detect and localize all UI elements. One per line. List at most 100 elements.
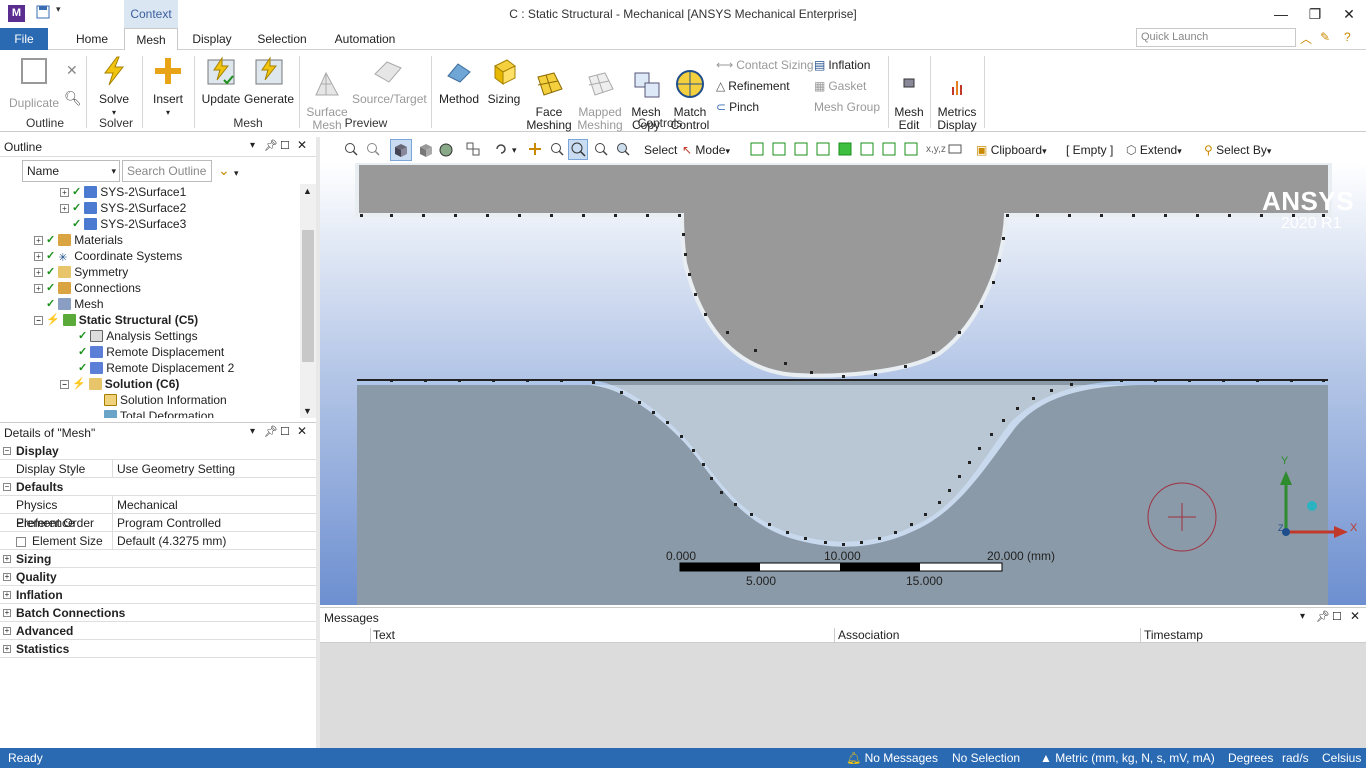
zoom-in-icon[interactable] <box>344 142 358 156</box>
pane-menu-icon[interactable]: ▾ <box>250 140 255 151</box>
column-association[interactable]: Association <box>834 628 1140 642</box>
select-body-icon[interactable] <box>816 142 830 156</box>
pan-icon[interactable] <box>528 142 542 156</box>
minimize-icon[interactable]: — <box>1264 4 1298 24</box>
outline-scrollbar[interactable]: ▲ ▼ <box>300 184 316 418</box>
pane-menu-icon[interactable]: ▾ <box>250 426 255 437</box>
row-value[interactable]: Program Controlled <box>113 514 221 531</box>
expand-icon[interactable]: + <box>60 203 69 213</box>
pin-icon[interactable]: 📌︎ <box>264 425 278 438</box>
find-icon[interactable]: 🔍︎ <box>64 90 82 107</box>
collapse-icon[interactable]: − <box>60 379 69 389</box>
mesh-group-button[interactable]: Mesh Group <box>814 100 880 114</box>
tree-node-surface3[interactable]: ✓ SYS-2\Surface3 <box>60 216 186 232</box>
tree-node-solution[interactable]: − ⚡ Solution (C6) <box>60 376 179 392</box>
tab-mesh[interactable]: Mesh <box>124 28 178 51</box>
details-section-defaults[interactable]: − Defaults <box>0 478 316 496</box>
row-value[interactable]: Mechanical <box>113 496 178 513</box>
extend-button[interactable]: ⬡ Extend▾ <box>1126 140 1182 160</box>
details-section-sizing[interactable]: + Sizing <box>0 550 316 568</box>
tab-selection[interactable]: Selection <box>252 28 312 50</box>
tree-node-analysis-settings[interactable]: ✓ Analysis Settings <box>78 328 198 344</box>
contact-sizing-button[interactable]: ⟷ Contact Sizing <box>716 58 814 72</box>
zoom-selection-icon[interactable] <box>616 142 630 156</box>
box-zoom-button[interactable] <box>568 139 588 160</box>
column-timestamp[interactable]: Timestamp <box>1140 628 1360 642</box>
select-node-icon[interactable] <box>838 142 852 156</box>
wireframe-cube-icon[interactable] <box>418 142 434 158</box>
row-value[interactable]: Default (4.3275 mm) <box>113 532 226 549</box>
details-section-statistics[interactable]: + Statistics <box>0 640 316 658</box>
display-options-icon[interactable] <box>438 142 454 158</box>
select-vertex-icon[interactable] <box>750 142 764 156</box>
details-section-inflation[interactable]: + Inflation <box>0 586 316 604</box>
tree-node-remote-displacement[interactable]: ✓ Remote Displacement <box>78 344 224 360</box>
view-split-icon[interactable] <box>466 142 480 156</box>
maximize-pane-icon[interactable]: ☐ <box>280 425 290 438</box>
tree-node-materials[interactable]: + ✓ Materials <box>34 232 123 248</box>
surface-mesh-button[interactable]: Surface Mesh <box>302 56 352 145</box>
parameter-checkbox[interactable] <box>16 536 26 547</box>
details-row-display-style[interactable]: Display Style Use Geometry Setting <box>0 460 316 478</box>
details-row-element-size[interactable]: Element Size Default (4.3275 mm) <box>0 532 316 550</box>
angle-unit[interactable]: Degrees <box>1228 748 1273 768</box>
tab-automation[interactable]: Automation <box>328 28 402 50</box>
collapse-ribbon-icon[interactable]: ︿ <box>1300 30 1312 47</box>
pin-icon[interactable]: 📌︎ <box>264 139 278 152</box>
unit-system[interactable]: ▲ Metric (mm, kg, N, s, mV, mA) <box>1040 748 1215 768</box>
tree-node-mesh[interactable]: ✓ Mesh <box>34 296 104 312</box>
clipboard-button[interactable]: ▣ Clipboard▾ <box>976 140 1047 160</box>
tree-node-solution-information[interactable]: Solution Information <box>104 392 227 408</box>
expand-icon[interactable]: + <box>34 267 43 277</box>
details-section-display[interactable]: − Display <box>0 442 316 460</box>
zoom-icon[interactable] <box>550 142 564 156</box>
delete-icon[interactable]: ✕ <box>66 62 78 79</box>
expand-icon[interactable]: + <box>34 251 43 261</box>
label-icon[interactable] <box>948 142 962 156</box>
expand-icon[interactable]: + <box>34 283 43 293</box>
gasket-button[interactable]: ▦ Gasket <box>814 79 866 93</box>
restore-icon[interactable]: ❐ <box>1298 4 1332 24</box>
coordinate-xyz-icon[interactable]: x,y,z <box>926 140 946 160</box>
update-button[interactable]: Update <box>198 56 244 106</box>
refinement-button[interactable]: △ Refinement <box>716 79 790 93</box>
iso-view-button[interactable] <box>390 139 412 161</box>
select-element-face-icon[interactable] <box>860 142 874 156</box>
tree-node-surface1[interactable]: + ✓ SYS-2\Surface1 <box>60 184 186 200</box>
metrics-display-button[interactable]: Metrics Display <box>932 56 982 145</box>
tab-home[interactable]: Home <box>68 28 116 50</box>
tree-node-static-structural[interactable]: − ⚡ Static Structural (C5) <box>34 312 198 328</box>
pane-menu-icon[interactable]: ▾ <box>1300 611 1305 622</box>
details-section-batch-connections[interactable]: + Batch Connections <box>0 604 316 622</box>
source-target-button[interactable]: Source/Target <box>352 56 427 106</box>
select-by-button[interactable]: ⚲ Select By▾ <box>1204 140 1271 160</box>
rotate-icon[interactable] <box>494 142 508 156</box>
quick-launch-input[interactable]: Quick Launch <box>1136 28 1296 47</box>
details-row-element-order[interactable]: Element Order Program Controlled <box>0 514 316 532</box>
maximize-pane-icon[interactable]: ☐ <box>280 139 290 152</box>
close-pane-icon[interactable]: ✕ <box>297 424 307 438</box>
mesh-copy-button[interactable]: Mesh Copy <box>626 56 666 145</box>
generate-button[interactable]: Generate <box>244 56 294 106</box>
expand-icon[interactable]: + <box>60 187 69 197</box>
close-pane-icon[interactable]: ✕ <box>297 138 307 152</box>
duplicate-button[interactable]: Duplicate <box>8 56 60 110</box>
select-mesh-icon[interactable] <box>904 142 918 156</box>
tree-node-surface2[interactable]: + ✓ SYS-2\Surface2 <box>60 200 186 216</box>
solve-button[interactable]: Solve ▾ <box>92 56 136 119</box>
tab-display[interactable]: Display <box>186 28 238 50</box>
face-meshing-button[interactable]: Face Meshing <box>524 56 574 145</box>
column-text[interactable]: Text <box>370 628 834 642</box>
graphics-viewport[interactable]: Y X Z 0.000 10.000 20.000 (mm) 5.000 15.… <box>320 163 1366 605</box>
sizing-button[interactable]: Sizing <box>484 56 524 106</box>
tree-node-total-deformation[interactable]: Total Deformation <box>104 408 214 418</box>
notes-icon[interactable]: ✎ <box>1320 30 1330 44</box>
collapse-icon[interactable]: − <box>34 315 43 325</box>
select-face-icon[interactable] <box>794 142 808 156</box>
pinch-button[interactable]: ⊂ Pinch <box>716 100 759 114</box>
row-value[interactable]: Use Geometry Setting <box>113 460 235 477</box>
close-pane-icon[interactable]: ✕ <box>1350 609 1360 623</box>
details-row-physics[interactable]: Physics Preference Mechanical <box>0 496 316 530</box>
inflation-button[interactable]: ▤ Inflation <box>814 58 870 72</box>
match-control-button[interactable]: Match Control <box>668 56 712 145</box>
